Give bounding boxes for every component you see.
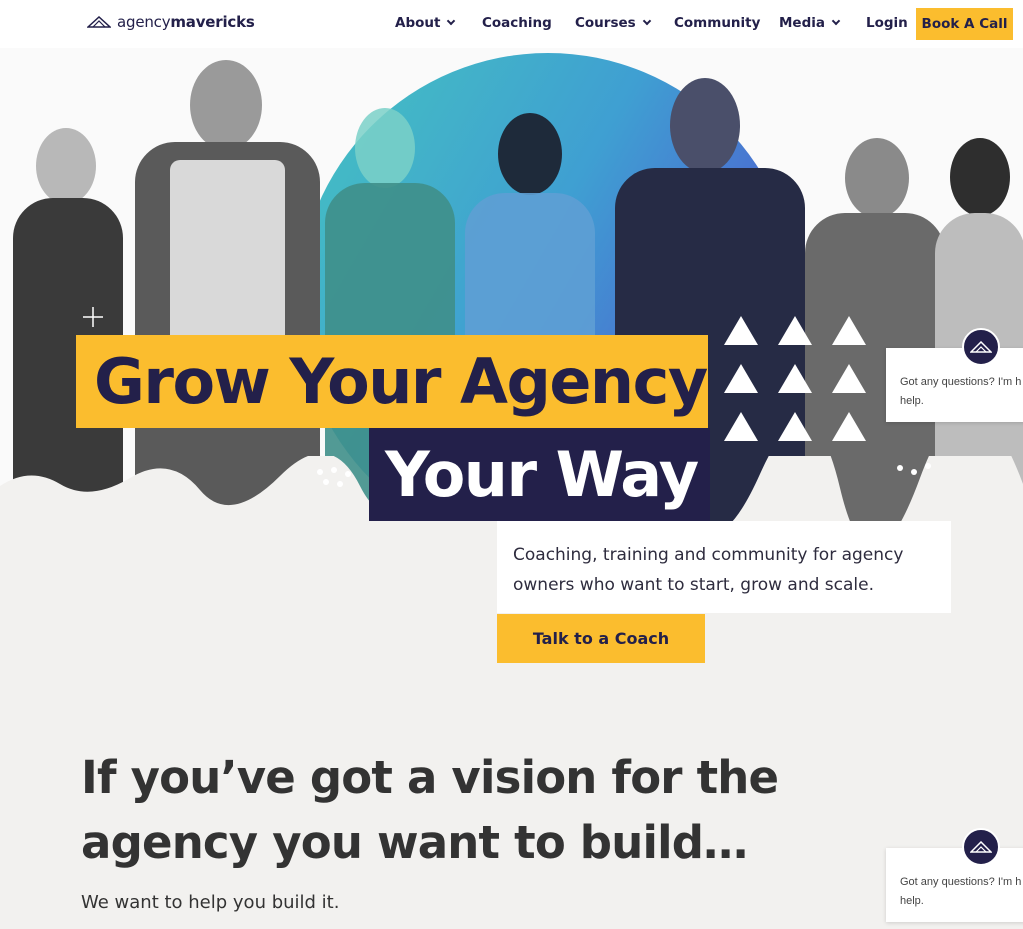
- hero-title-line-2: Your Way: [369, 428, 710, 521]
- decorative-triangle: [778, 316, 812, 345]
- decorative-triangle: [832, 364, 866, 393]
- nav-item-courses[interactable]: Courses: [575, 15, 651, 31]
- nav-item-login-label: Login: [866, 15, 908, 31]
- logo-text-bold: mavericks: [170, 13, 255, 31]
- nav-item-coaching-label: Coaching: [482, 15, 552, 31]
- nav-item-about-label: About: [395, 15, 441, 31]
- plus-icon: [83, 307, 103, 327]
- chevron-down-icon: [831, 16, 841, 26]
- book-a-call-button[interactable]: Book A Call: [916, 8, 1013, 40]
- decorative-triangle: [724, 412, 758, 441]
- paper-plane-icon: [970, 341, 992, 353]
- nav-item-community[interactable]: Community: [674, 15, 760, 31]
- nav-item-media[interactable]: Media: [779, 15, 841, 31]
- chat-widget-line-2: help.: [900, 895, 924, 907]
- vision-heading: If you’ve got a vision for the agency yo…: [81, 745, 779, 875]
- chat-widget-avatar[interactable]: [962, 328, 1000, 366]
- talk-to-a-coach-button[interactable]: Talk to a Coach: [497, 614, 705, 663]
- decorative-triangle: [724, 316, 758, 345]
- decorative-triangle: [778, 412, 812, 441]
- nav-item-media-label: Media: [779, 15, 825, 31]
- chat-widget-bubble[interactable]: Got any questions? I'm h help.: [886, 848, 1023, 922]
- vision-heading-line-1: If you’ve got a vision for the: [81, 751, 779, 804]
- logo-text: agencymavericks: [117, 13, 255, 31]
- chat-widget-line-1: Got any questions? I'm h: [900, 876, 1022, 888]
- chat-widget-bubble[interactable]: Got any questions? I'm h help.: [886, 348, 1023, 422]
- hero-title-line-1: Grow Your Agency: [76, 335, 708, 428]
- chevron-down-icon: [447, 16, 456, 26]
- paper-plane-icon: [970, 841, 992, 853]
- chat-widget-avatar[interactable]: [962, 828, 1000, 866]
- vision-heading-line-2: agency you want to build…: [81, 816, 748, 869]
- nav-item-about[interactable]: About: [395, 15, 456, 31]
- nav-item-coaching[interactable]: Coaching: [482, 15, 552, 31]
- decorative-triangle: [832, 316, 866, 345]
- nav-item-community-label: Community: [674, 15, 761, 31]
- decorative-triangle: [832, 412, 866, 441]
- chevron-down-icon: [642, 16, 651, 26]
- hero-subtitle: Coaching, training and community for age…: [497, 521, 951, 613]
- decorative-triangle: [724, 364, 758, 393]
- chat-widget-line-2: help.: [900, 395, 924, 407]
- nav-item-login[interactable]: Login: [866, 15, 908, 31]
- decorative-triangle: [778, 364, 812, 393]
- top-navigation: agencymavericks About Coaching Courses C…: [0, 0, 1023, 48]
- site-logo[interactable]: agencymavericks: [87, 13, 255, 31]
- logo-paper-plane-icon: [87, 16, 111, 28]
- chat-widget-line-1: Got any questions? I'm h: [900, 376, 1022, 388]
- nav-item-courses-label: Courses: [575, 15, 636, 31]
- logo-text-regular: agency: [117, 13, 171, 31]
- vision-subheading: We want to help you build it.: [81, 892, 340, 913]
